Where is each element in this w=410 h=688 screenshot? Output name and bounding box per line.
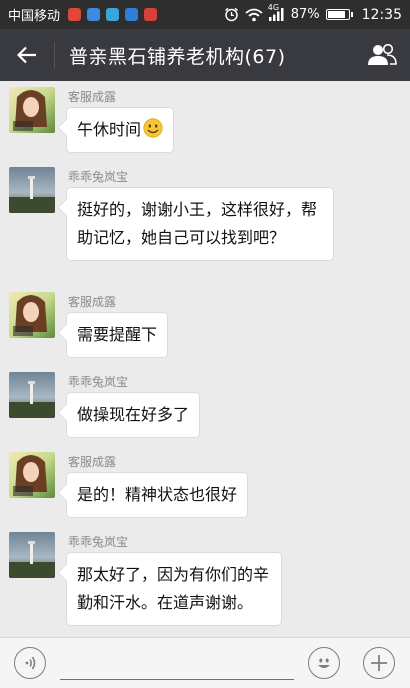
- battery-icon: [325, 9, 353, 20]
- plus-icon: [371, 655, 387, 671]
- sender-name: 乖乖兔岚宝: [68, 535, 129, 549]
- message-bubble[interactable]: 做操现在好多了: [66, 392, 201, 438]
- message-list[interactable]: 客服成露 午休时间 乖乖兔岚宝 挺好的，谢谢小王，这样很好，帮助记忆，她自己可以…: [0, 81, 410, 637]
- carrier-name: 中国移动: [8, 9, 61, 24]
- message-text: 挺好的，谢谢小王，这样很好，帮助记忆，她自己可以找到吧？: [77, 200, 318, 247]
- sender-name: 客服成露: [68, 455, 117, 469]
- header-divider: [54, 42, 55, 68]
- voice-icon: [25, 656, 36, 670]
- network-type: 4G: [267, 3, 280, 12]
- avatar[interactable]: [9, 292, 55, 338]
- avatar[interactable]: [9, 167, 55, 213]
- smiley-emoji-icon: [143, 118, 163, 138]
- message-text: 需要提醒下: [77, 325, 158, 344]
- location-notification-icon: [125, 8, 139, 21]
- emoji-icon: [318, 658, 330, 668]
- avatar[interactable]: [9, 532, 55, 578]
- app-notification-icon: [68, 8, 82, 21]
- avatar[interactable]: [9, 452, 55, 498]
- message-notification-icon: [106, 8, 120, 21]
- message-text: 是的！精神状态也很好: [77, 485, 238, 504]
- sender-name: 乖乖兔岚宝: [68, 170, 129, 184]
- blocked-notification-icon: [144, 8, 158, 21]
- clock: 12:35: [361, 6, 402, 23]
- status-bar: 中国移动 4G 87% 12:35: [0, 0, 410, 29]
- group-info-button[interactable]: [354, 29, 410, 81]
- message-input[interactable]: [60, 650, 294, 680]
- message-text: 午休时间: [77, 120, 142, 139]
- alarm-icon: [224, 7, 238, 22]
- chat-title: 普亲黑石铺养老机构(67): [69, 45, 286, 68]
- sender-name: 乖乖兔岚宝: [68, 375, 129, 389]
- message-bubble[interactable]: 挺好的，谢谢小王，这样很好，帮助记忆，她自己可以找到吧？: [66, 187, 334, 261]
- message-bubble[interactable]: 是的！精神状态也很好: [66, 472, 249, 518]
- sender-name: 客服成露: [68, 90, 117, 104]
- group-members-icon: [368, 44, 397, 65]
- notification-icons: [68, 8, 158, 21]
- message-text: 那太好了，因为有你们的辛勤和汗水。在道声谢谢。: [77, 565, 270, 612]
- sender-name: 客服成露: [68, 295, 117, 309]
- message-bubble[interactable]: 那太好了，因为有你们的辛勤和汗水。在道声谢谢。: [66, 552, 282, 626]
- input-bar: [0, 637, 410, 688]
- voice-button[interactable]: [14, 647, 46, 679]
- wifi-icon: [245, 8, 263, 21]
- chat-header: 普亲黑石铺养老机构(67): [0, 29, 410, 81]
- message-bubble[interactable]: 需要提醒下: [66, 312, 169, 358]
- back-button[interactable]: [0, 29, 54, 81]
- arrow-left-icon: [17, 46, 36, 64]
- avatar[interactable]: [9, 372, 55, 418]
- message-bubble[interactable]: 午休时间: [66, 107, 175, 153]
- cellular-signal-icon: 4G: [268, 3, 285, 21]
- battery-percent: 87%: [290, 7, 320, 22]
- gallery-notification-icon: [87, 8, 101, 21]
- more-functions-button[interactable]: [363, 647, 395, 679]
- avatar[interactable]: [9, 87, 55, 133]
- message-text: 做操现在好多了: [77, 405, 190, 424]
- emoji-button[interactable]: [308, 647, 340, 679]
